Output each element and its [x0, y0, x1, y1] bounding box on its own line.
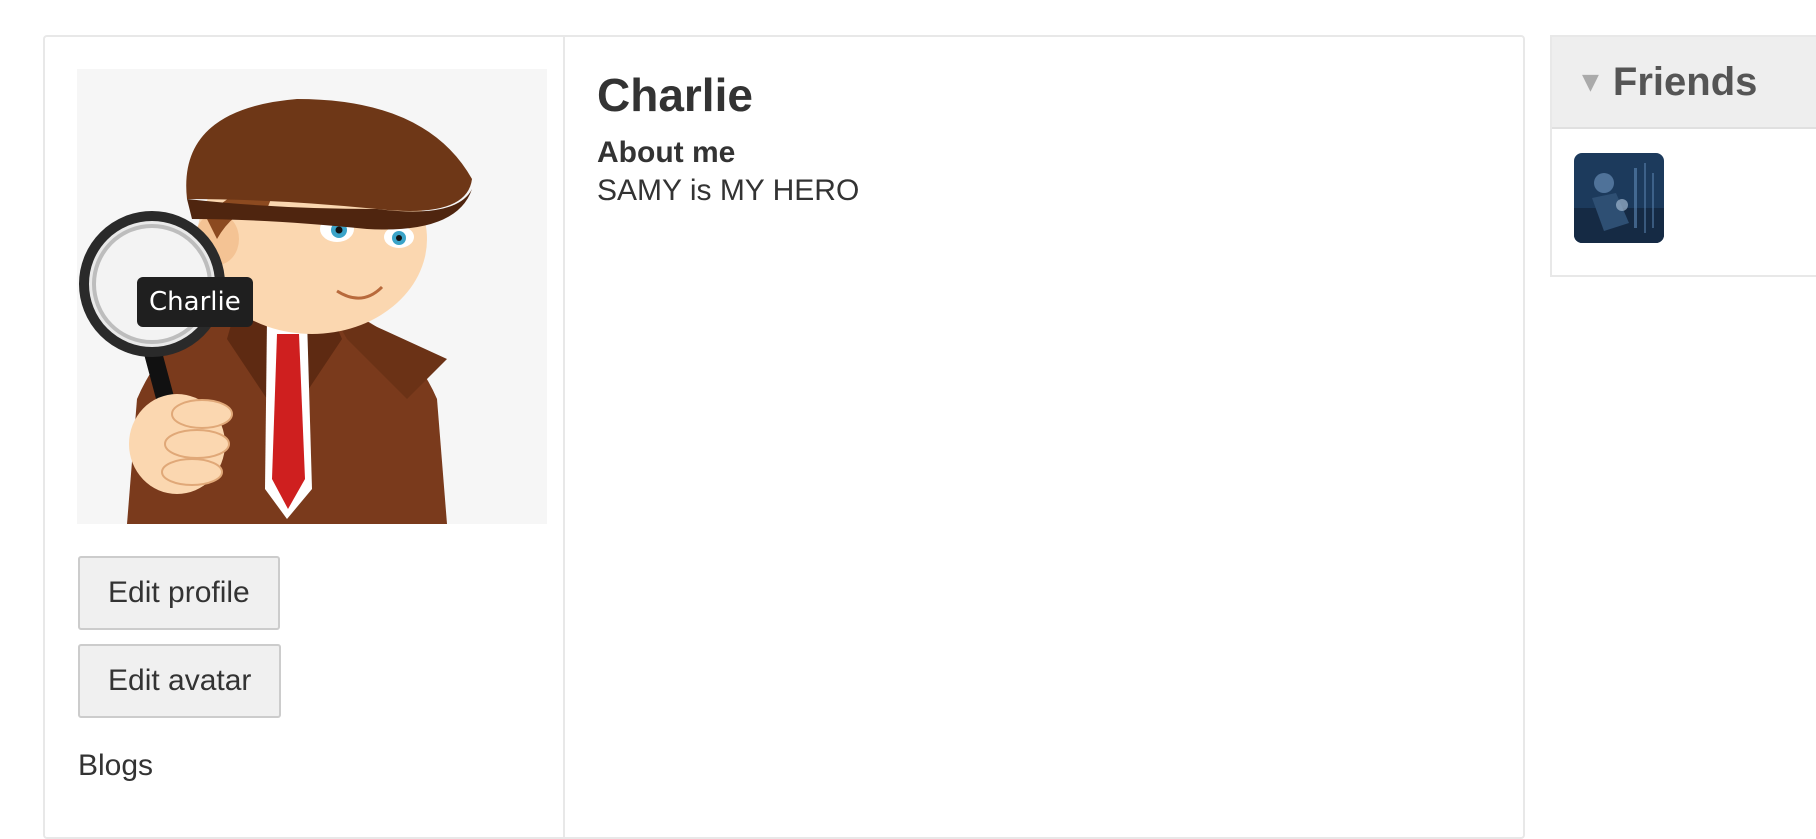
friends-module: ▼ Friends — [1550, 35, 1816, 277]
friends-title: Friends — [1612, 59, 1758, 104]
friend-avatar-image — [1574, 153, 1664, 243]
profile-avatar[interactable]: Charlie — [77, 69, 547, 524]
blogs-link[interactable]: Blogs — [78, 749, 153, 783]
triangle-down-icon[interactable]: ▼ — [1582, 70, 1599, 95]
profile-details: Charlie About me SAMY is MY HERO — [597, 69, 859, 211]
about-me-heading: About me — [597, 136, 736, 169]
friends-module-header[interactable]: ▼ Friends — [1552, 37, 1816, 129]
edit-avatar-button[interactable]: Edit avatar — [78, 644, 282, 718]
friend-avatar[interactable] — [1574, 153, 1664, 243]
edit-profile-button[interactable]: Edit profile — [78, 556, 280, 630]
profile-card: Charlie Edit profile Edit avatar Blogs C… — [43, 35, 1525, 839]
avatar-name-tooltip: Charlie — [137, 277, 253, 327]
profile-owner-block: Charlie Edit profile Edit avatar Blogs — [45, 37, 565, 837]
about-me-text: SAMY is MY HERO — [597, 174, 860, 207]
profile-user-name: Charlie — [597, 69, 753, 121]
